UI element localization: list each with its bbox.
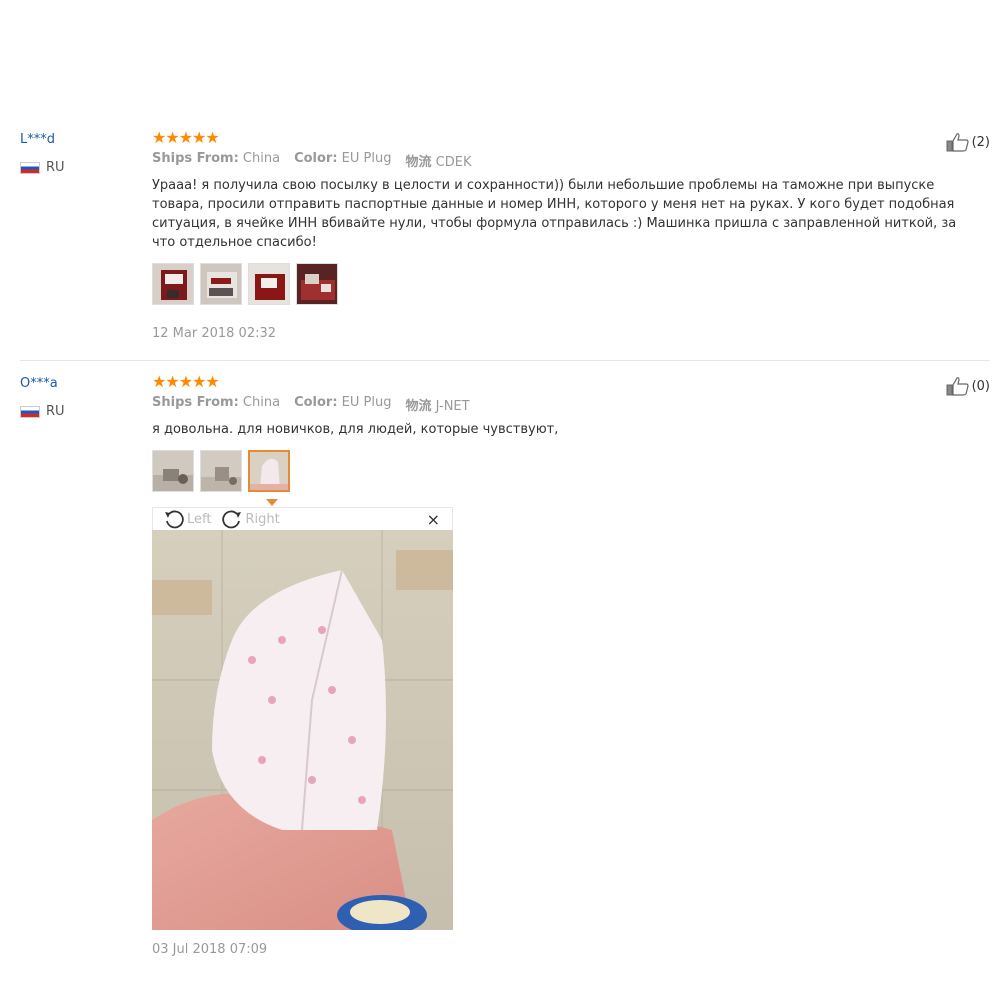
rotate-right-icon bbox=[222, 510, 242, 529]
rotate-left-icon bbox=[165, 510, 184, 529]
star-icon: ★ bbox=[152, 128, 166, 147]
country-code: RU bbox=[46, 160, 65, 175]
ships-from-label: Ships From: bbox=[152, 151, 239, 166]
helpful-count: (0) bbox=[971, 378, 990, 394]
russia-flag-icon bbox=[20, 161, 40, 174]
ships-from-label: Ships From: bbox=[152, 395, 239, 410]
logistics-label: 物流 bbox=[405, 399, 432, 414]
rotate-left-label: Left bbox=[187, 511, 212, 527]
rotate-right-button[interactable]: Right bbox=[221, 509, 280, 529]
ships-from-value: China bbox=[242, 151, 281, 166]
reviewer-country: RU bbox=[20, 404, 65, 419]
review-text: я довольна. для новичков, для людей, кот… bbox=[152, 422, 559, 437]
color-label: Color: bbox=[294, 395, 338, 410]
color-value: EU Plug bbox=[341, 395, 392, 410]
review-photo-large bbox=[152, 530, 453, 930]
review-meta: Ships From: China Color: EU Plug 物流 J-NE… bbox=[152, 395, 982, 414]
review-photos bbox=[152, 450, 982, 492]
review-divider bbox=[20, 360, 990, 361]
star-icon: ★ bbox=[192, 128, 206, 147]
photo-viewer: Left Right × 03 Jul 2018 07:09 bbox=[152, 507, 453, 957]
star-rating: ★ ★ ★ ★ ★ bbox=[152, 372, 982, 392]
review-photo-thumbnail[interactable] bbox=[248, 263, 290, 305]
star-icon: ★ bbox=[165, 372, 179, 391]
helpful-count: (2) bbox=[971, 134, 990, 150]
review-photo-thumbnail[interactable] bbox=[152, 450, 194, 492]
review-photo-thumbnail[interactable] bbox=[200, 263, 242, 305]
close-icon[interactable]: × bbox=[427, 510, 440, 529]
review-photos bbox=[152, 263, 982, 305]
ships-from-value: China bbox=[242, 395, 281, 410]
color-label: Color: bbox=[294, 151, 338, 166]
reviewer-name[interactable]: L***d bbox=[20, 132, 55, 147]
review-text: Урааа! я получила свою посылку в целости… bbox=[152, 178, 957, 250]
thumbs-up-icon bbox=[946, 133, 969, 152]
star-rating: ★ ★ ★ ★ ★ bbox=[152, 128, 982, 148]
star-icon: ★ bbox=[205, 128, 219, 147]
review-meta: Ships From: China Color: EU Plug 物流 CDEK bbox=[152, 151, 982, 170]
star-icon: ★ bbox=[165, 128, 179, 147]
star-icon: ★ bbox=[178, 372, 193, 391]
review-body: ★ ★ ★ ★ ★ Ships From: China Color: EU Pl… bbox=[152, 372, 982, 492]
photo-viewer-toolbar: Left Right × bbox=[152, 507, 453, 530]
rotate-left-button[interactable]: Left bbox=[163, 509, 211, 529]
review-photo-thumbnail[interactable] bbox=[296, 263, 338, 305]
color-value: EU Plug bbox=[341, 151, 392, 166]
review-photo-thumbnail[interactable] bbox=[152, 263, 194, 305]
review-body: ★ ★ ★ ★ ★ Ships From: China Color: EU Pl… bbox=[152, 128, 982, 341]
review-date: 03 Jul 2018 07:09 bbox=[152, 942, 268, 957]
logistics-value: J-NET bbox=[435, 399, 470, 414]
star-icon: ★ bbox=[178, 128, 193, 147]
russia-flag-icon bbox=[20, 405, 40, 418]
reviewer-name[interactable]: O***a bbox=[20, 376, 58, 391]
thumbs-up-icon bbox=[946, 377, 969, 396]
helpful-button[interactable]: (0) bbox=[946, 376, 990, 396]
rotate-right-label: Right bbox=[245, 511, 280, 527]
review-photo-thumbnail-selected[interactable] bbox=[248, 450, 290, 492]
star-icon: ★ bbox=[152, 372, 166, 391]
logistics-value: CDEK bbox=[435, 155, 472, 170]
star-icon: ★ bbox=[205, 372, 219, 391]
logistics-label: 物流 bbox=[405, 155, 432, 170]
viewer-pointer-arrow bbox=[266, 499, 278, 506]
country-code: RU bbox=[46, 404, 65, 419]
review-date: 12 Mar 2018 02:32 bbox=[152, 326, 277, 341]
star-icon: ★ bbox=[192, 372, 206, 391]
helpful-button[interactable]: (2) bbox=[946, 132, 990, 152]
review-photo-thumbnail[interactable] bbox=[200, 450, 242, 492]
reviewer-country: RU bbox=[20, 160, 65, 175]
